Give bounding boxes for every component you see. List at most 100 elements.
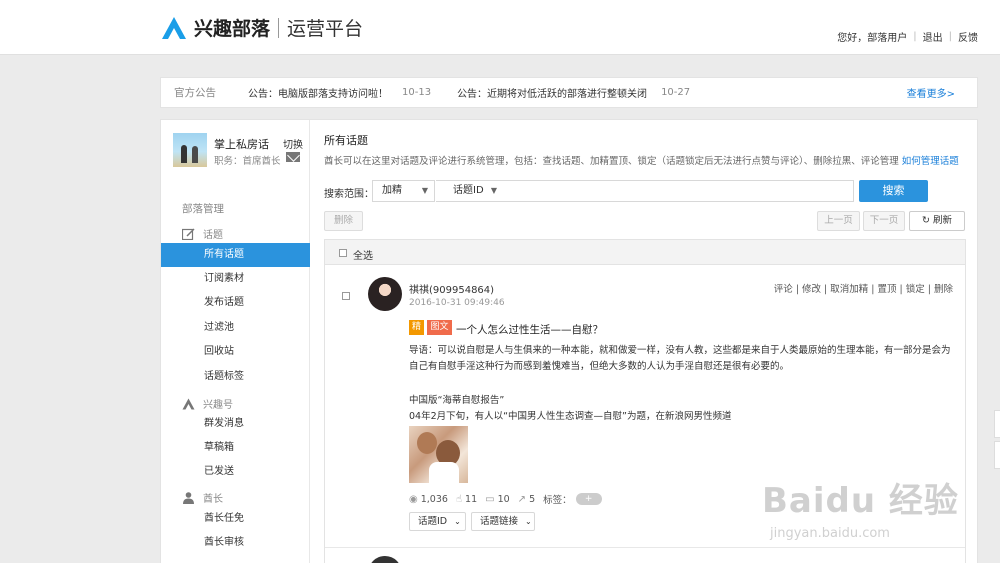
feedback-link[interactable]: 反馈 <box>958 29 978 44</box>
chevron-down-icon: ▼ <box>421 186 428 195</box>
post-actions[interactable]: 评论 | 修改 | 取消加精 | 置顶 | 锁定 | 删除 <box>774 281 953 295</box>
baidu-watermark: Baidu 经验 jingyan.baidu.com <box>762 473 982 548</box>
share-count: 5 <box>529 493 536 505</box>
chevron-down-icon: ⌄ <box>525 517 532 526</box>
brand-logo[interactable]: 兴趣部落 运营平台 <box>160 14 363 41</box>
sidebar-section-interest: 兴趣号 <box>182 396 233 411</box>
topic-link-dropdown[interactable]: 话题链接 ⌄ <box>471 512 535 531</box>
sidebar-item-drafts[interactable]: 草稿箱 <box>161 436 310 460</box>
topic-id-dropdown[interactable]: 话题ID ⌄ <box>409 512 466 531</box>
scope-select-value: 加精 <box>382 185 402 196</box>
nav-divider: | <box>948 31 952 42</box>
platform-name: 运营平台 <box>287 18 364 40</box>
edit-icon <box>182 227 195 240</box>
watermark-logo: Baidu 经验 <box>762 481 959 521</box>
comment-icon: ▭ <box>485 493 495 505</box>
sidebar-item-chief-review[interactable]: 酋长审核 <box>161 531 310 555</box>
search-scope-label: 搜索范围： <box>324 189 374 200</box>
select-all-checkbox[interactable] <box>339 249 347 257</box>
brand-divider <box>278 17 280 38</box>
page-title: 所有话题 <box>324 134 368 147</box>
person-icon <box>183 491 194 504</box>
post-excerpt: 导语：可以说自慰是人与生俱来的一种本能，就和做爱一样，没有人教，这些都是来自于人… <box>409 345 951 372</box>
post-paragraph: 中国版“海蒂自慰报告” <box>409 395 505 406</box>
sidebar-item-chief-appoint[interactable]: 酋长任免 <box>161 507 310 531</box>
edge-fragment <box>994 441 1000 469</box>
sidebar-item-sent[interactable]: 已发送 <box>161 460 310 484</box>
refresh-icon: ↻ <box>922 215 933 226</box>
sidebar-item-recycle-bin[interactable]: 回收站 <box>161 340 310 364</box>
dropdown-label: 话题链接 <box>480 516 519 527</box>
scope-select[interactable]: 加精 ▼ <box>372 180 435 202</box>
featured-badge: 精 <box>409 320 424 335</box>
page-description: 酋长可以在这里对话题及评论进行系统管理，包括：查找话题、加精置顶、锁定（话题锁定… <box>324 153 959 167</box>
search-row: 搜索范围： 加精 ▼ 话题ID ▼ 搜索 <box>324 180 966 202</box>
announcement-label: 官方公告 <box>174 87 216 99</box>
sidebar-item-subscribed-material[interactable]: 订阅素材 <box>161 267 310 291</box>
post-image[interactable] <box>409 426 468 483</box>
comment-count: 10 <box>497 493 510 505</box>
sidebar-item-topic-tags[interactable]: 话题标签 <box>161 365 310 389</box>
announcement-date: 10-27 <box>661 87 691 98</box>
brand-name: 兴趣部落 <box>194 18 271 40</box>
add-tag-button[interactable]: + <box>575 493 602 505</box>
sidebar-section-chief: 酋长 <box>182 490 223 505</box>
post-stats: ◉ 1,036 ☝ 11 ▭ 10 ↗ 5 标签： + <box>409 492 602 506</box>
sidebar-group-title: 部落管理 <box>182 203 224 215</box>
refresh-button[interactable]: ↻ 刷新 <box>909 211 965 231</box>
sidebar: 掌上私房话 切换 职务：首席酋长 部落管理 话题 所有话题 订阅素材 发布话题 … <box>161 120 310 563</box>
next-page-button[interactable]: 下一页 <box>863 211 905 231</box>
refresh-label: 刷新 <box>932 215 952 226</box>
tribe-name: 掌上私房话 <box>214 138 269 151</box>
user-nav: 您好，部落用户 | 退出 | 反馈 <box>837 29 978 44</box>
view-count: 1,036 <box>420 493 448 505</box>
sidebar-item-all-topics[interactable]: 所有话题 <box>161 243 310 267</box>
tribe-icon <box>182 398 195 409</box>
chevron-down-icon: ⌄ <box>454 517 461 526</box>
list-toolbar: 删除 上一页 下一页 ↻ 刷新 <box>324 211 966 231</box>
sidebar-section-label: 兴趣号 <box>203 400 233 411</box>
post-title[interactable]: 一个人怎么过性生活——自慰？ <box>456 322 603 337</box>
chevron-down-icon: ▼ <box>490 186 497 195</box>
sidebar-item-publish-topic[interactable]: 发布话题 <box>161 291 310 315</box>
field-select-value[interactable]: 话题ID <box>453 185 484 196</box>
tribe-avatar[interactable] <box>173 133 207 167</box>
help-link[interactable]: 如何管理话题 <box>902 156 959 167</box>
post-paragraph: 04年2月下旬，有人以“中国男人性生态调查—自慰”为题，在新浪网男性频道 <box>409 411 732 422</box>
mail-icon[interactable] <box>286 152 300 162</box>
row-checkbox[interactable] <box>342 292 350 300</box>
type-badge: 图文 <box>427 320 452 335</box>
avatar[interactable] <box>368 556 402 563</box>
like-count: 11 <box>465 493 478 505</box>
sidebar-item-broadcast[interactable]: 群发消息 <box>161 412 310 436</box>
sidebar-section-label: 酋长 <box>203 494 223 505</box>
share-icon: ↗ <box>517 493 527 505</box>
profile-card: 掌上私房话 切换 职务：首席酋长 <box>173 132 307 172</box>
select-all-label: 全选 <box>353 251 373 262</box>
view-more-link[interactable]: 查看更多> <box>907 85 955 100</box>
delete-button[interactable]: 删除 <box>324 211 363 231</box>
sidebar-section-topics: 话题 <box>182 226 223 241</box>
announcement-item[interactable]: 公告：近期将对低活跃的部落进行整顿关闭 <box>457 85 647 100</box>
tags-label: 标签： <box>543 495 572 506</box>
top-header: 兴趣部落 运营平台 您好，部落用户 | 退出 | 反馈 <box>0 0 1000 55</box>
edge-fragment <box>994 410 1000 438</box>
thumb-up-icon: ☝ <box>455 493 463 505</box>
prev-page-button[interactable]: 上一页 <box>817 211 860 231</box>
search-input[interactable]: 话题ID ▼ <box>436 180 854 202</box>
announcement-bar: 官方公告 公告：电脑版部落支持访问啦！ 10-13 公告：近期将对低活跃的部落进… <box>160 77 978 108</box>
announcement-item[interactable]: 公告：电脑版部落支持访问啦！ <box>248 85 388 100</box>
post-time: 2016-10-31 09:49:46 <box>409 298 505 308</box>
announcement-date: 10-13 <box>402 87 432 98</box>
user-greeting: 您好，部落用户 <box>837 33 908 44</box>
sidebar-item-filter-pool[interactable]: 过滤池 <box>161 316 310 340</box>
search-button[interactable]: 搜索 <box>859 180 928 202</box>
dropdown-label: 话题ID <box>418 516 448 527</box>
description-text: 酋长可以在这里对话题及评论进行系统管理，包括：查找话题、加精置顶、锁定（话题锁定… <box>324 156 902 167</box>
post-author[interactable]: 祺祺(909954864) <box>409 281 494 296</box>
tribe-logo-icon <box>162 16 186 39</box>
logout-link[interactable]: 退出 <box>923 29 943 44</box>
list-header: 全选 <box>325 240 965 265</box>
avatar[interactable] <box>368 277 402 311</box>
eye-icon: ◉ <box>409 493 418 505</box>
